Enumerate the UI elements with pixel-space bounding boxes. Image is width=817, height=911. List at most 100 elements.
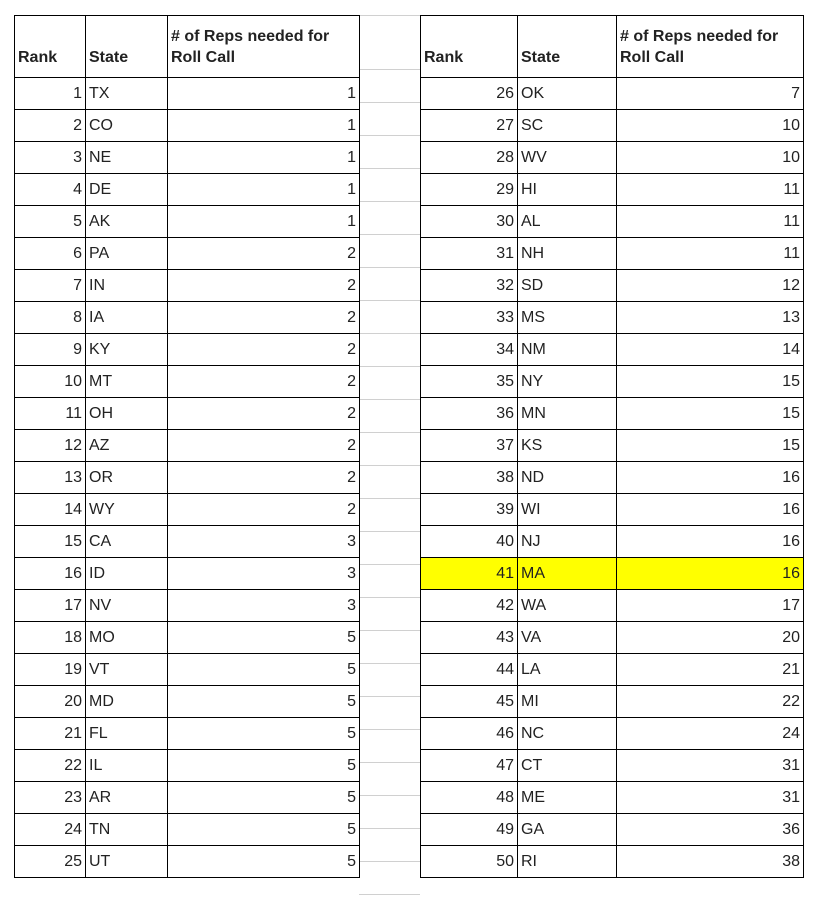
rank-cell[interactable]: 37 — [420, 429, 518, 462]
state-cell[interactable]: NY — [517, 365, 617, 398]
header-state[interactable]: State — [85, 15, 168, 78]
state-cell[interactable]: GA — [517, 813, 617, 846]
rank-cell[interactable]: 30 — [420, 205, 518, 238]
reps-cell[interactable]: 13 — [616, 301, 804, 334]
state-cell[interactable]: AL — [517, 205, 617, 238]
rank-cell[interactable]: 11 — [14, 397, 86, 430]
rank-cell[interactable]: 39 — [420, 493, 518, 526]
reps-cell[interactable]: 15 — [616, 365, 804, 398]
rank-cell[interactable]: 8 — [14, 301, 86, 334]
rank-cell[interactable]: 15 — [14, 525, 86, 558]
state-cell[interactable]: MA — [517, 557, 617, 590]
state-cell[interactable]: AZ — [85, 429, 168, 462]
state-cell[interactable]: VA — [517, 621, 617, 654]
rank-cell[interactable]: 4 — [14, 173, 86, 206]
header-state[interactable]: State — [517, 15, 617, 78]
state-cell[interactable]: MO — [85, 621, 168, 654]
reps-cell[interactable]: 3 — [167, 557, 360, 590]
state-cell[interactable]: ME — [517, 781, 617, 814]
state-cell[interactable]: TN — [85, 813, 168, 846]
reps-cell[interactable]: 15 — [616, 429, 804, 462]
state-cell[interactable]: OR — [85, 461, 168, 494]
reps-cell[interactable]: 10 — [616, 141, 804, 174]
state-cell[interactable]: OK — [517, 77, 617, 110]
reps-cell[interactable]: 5 — [167, 621, 360, 654]
rank-cell[interactable]: 19 — [14, 653, 86, 686]
reps-cell[interactable]: 5 — [167, 717, 360, 750]
state-cell[interactable]: IA — [85, 301, 168, 334]
reps-cell[interactable]: 11 — [616, 205, 804, 238]
rank-cell[interactable]: 12 — [14, 429, 86, 462]
reps-cell[interactable]: 14 — [616, 333, 804, 366]
reps-cell[interactable]: 5 — [167, 749, 360, 782]
state-cell[interactable]: WA — [517, 589, 617, 622]
state-cell[interactable]: NM — [517, 333, 617, 366]
reps-cell[interactable]: 2 — [167, 365, 360, 398]
rank-cell[interactable]: 42 — [420, 589, 518, 622]
reps-cell[interactable]: 2 — [167, 397, 360, 430]
reps-cell[interactable]: 16 — [616, 525, 804, 558]
reps-cell[interactable]: 17 — [616, 589, 804, 622]
rank-cell[interactable]: 33 — [420, 301, 518, 334]
state-cell[interactable]: WV — [517, 141, 617, 174]
rank-cell[interactable]: 32 — [420, 269, 518, 302]
state-cell[interactable]: UT — [85, 845, 168, 878]
reps-cell[interactable]: 5 — [167, 781, 360, 814]
reps-cell[interactable]: 1 — [167, 77, 360, 110]
rank-cell[interactable]: 6 — [14, 237, 86, 270]
rank-cell[interactable]: 41 — [420, 557, 518, 590]
rank-cell[interactable]: 14 — [14, 493, 86, 526]
rank-cell[interactable]: 48 — [420, 781, 518, 814]
reps-cell[interactable]: 3 — [167, 589, 360, 622]
state-cell[interactable]: NE — [85, 141, 168, 174]
state-cell[interactable]: IN — [85, 269, 168, 302]
state-cell[interactable]: MI — [517, 685, 617, 718]
rank-cell[interactable]: 3 — [14, 141, 86, 174]
state-cell[interactable]: MS — [517, 301, 617, 334]
reps-cell[interactable]: 24 — [616, 717, 804, 750]
state-cell[interactable]: TX — [85, 77, 168, 110]
state-cell[interactable]: CO — [85, 109, 168, 142]
reps-cell[interactable]: 21 — [616, 653, 804, 686]
reps-cell[interactable]: 38 — [616, 845, 804, 878]
state-cell[interactable]: LA — [517, 653, 617, 686]
rank-cell[interactable]: 10 — [14, 365, 86, 398]
reps-cell[interactable]: 1 — [167, 173, 360, 206]
state-cell[interactable]: WY — [85, 493, 168, 526]
reps-cell[interactable]: 11 — [616, 173, 804, 206]
rank-cell[interactable]: 29 — [420, 173, 518, 206]
rank-cell[interactable]: 50 — [420, 845, 518, 878]
rank-cell[interactable]: 44 — [420, 653, 518, 686]
state-cell[interactable]: MT — [85, 365, 168, 398]
rank-cell[interactable]: 34 — [420, 333, 518, 366]
header-reps[interactable]: # of Reps needed for Roll Call — [167, 15, 360, 78]
rank-cell[interactable]: 31 — [420, 237, 518, 270]
rank-cell[interactable]: 23 — [14, 781, 86, 814]
state-cell[interactable]: AK — [85, 205, 168, 238]
rank-cell[interactable]: 5 — [14, 205, 86, 238]
state-cell[interactable]: SD — [517, 269, 617, 302]
reps-cell[interactable]: 2 — [167, 493, 360, 526]
rank-cell[interactable]: 46 — [420, 717, 518, 750]
state-cell[interactable]: CT — [517, 749, 617, 782]
rank-cell[interactable]: 7 — [14, 269, 86, 302]
reps-cell[interactable]: 1 — [167, 205, 360, 238]
reps-cell[interactable]: 5 — [167, 653, 360, 686]
rank-cell[interactable]: 28 — [420, 141, 518, 174]
state-cell[interactable]: SC — [517, 109, 617, 142]
rank-cell[interactable]: 36 — [420, 397, 518, 430]
state-cell[interactable]: MD — [85, 685, 168, 718]
reps-cell[interactable]: 2 — [167, 429, 360, 462]
state-cell[interactable]: ID — [85, 557, 168, 590]
reps-cell[interactable]: 5 — [167, 685, 360, 718]
rank-cell[interactable]: 22 — [14, 749, 86, 782]
reps-cell[interactable]: 2 — [167, 333, 360, 366]
rank-cell[interactable]: 38 — [420, 461, 518, 494]
reps-cell[interactable]: 36 — [616, 813, 804, 846]
reps-cell[interactable]: 2 — [167, 461, 360, 494]
reps-cell[interactable]: 12 — [616, 269, 804, 302]
state-cell[interactable]: OH — [85, 397, 168, 430]
rank-cell[interactable]: 13 — [14, 461, 86, 494]
state-cell[interactable]: AR — [85, 781, 168, 814]
state-cell[interactable]: RI — [517, 845, 617, 878]
